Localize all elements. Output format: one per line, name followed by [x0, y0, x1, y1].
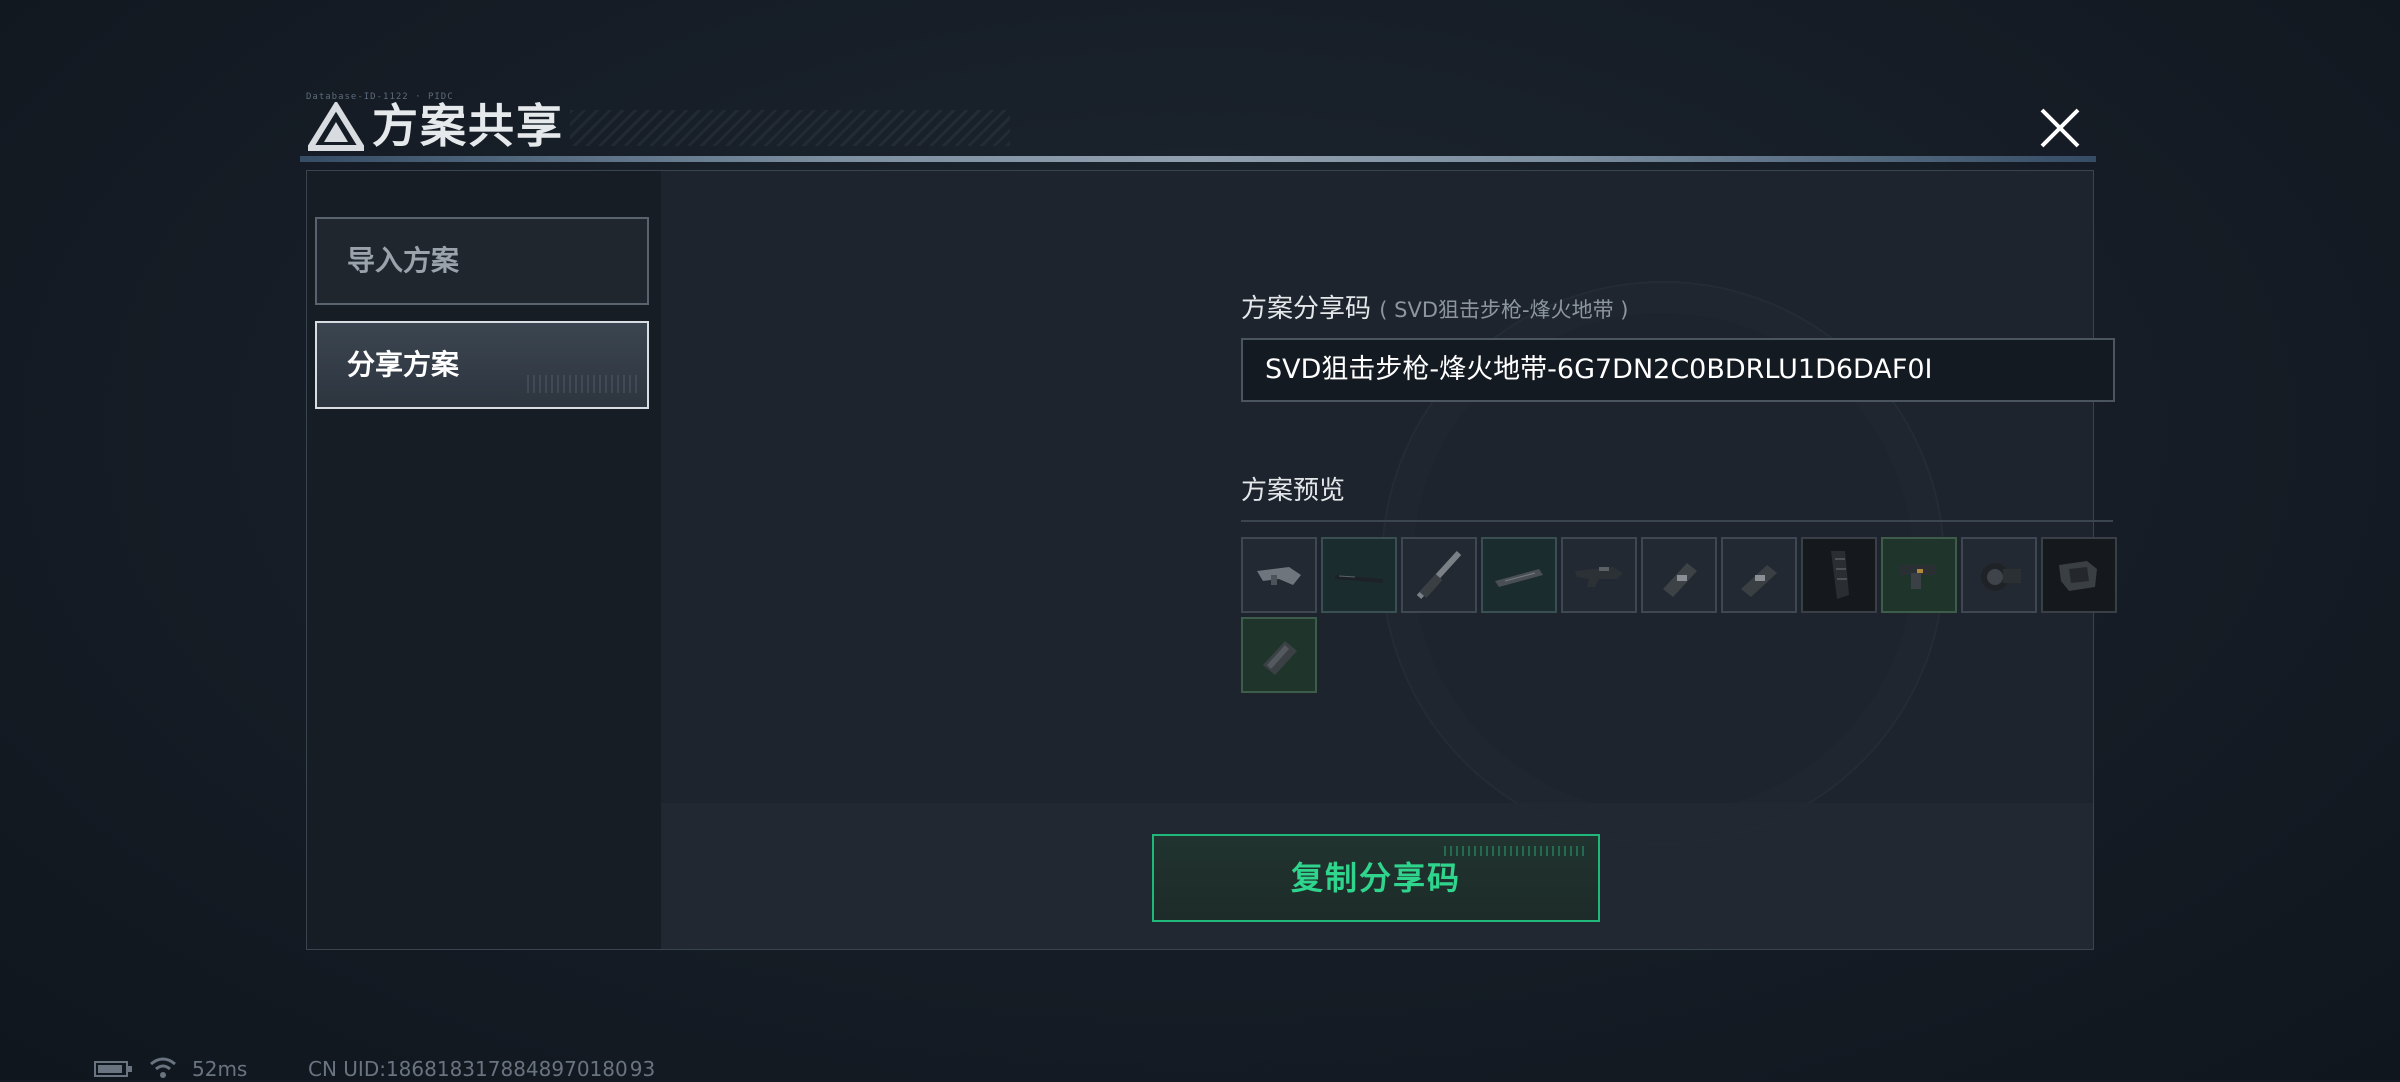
magazine-icon — [1831, 551, 1849, 599]
copy-button-label: 复制分享码 — [1290, 859, 1461, 897]
scope-icon — [1981, 563, 2021, 591]
preview-item[interactable] — [1961, 537, 2037, 613]
mount-icon — [1741, 565, 1777, 597]
logo-icon — [308, 102, 364, 151]
dialog-title: 方案共享 — [372, 99, 564, 153]
sidebar: 导入方案 分享方案 — [307, 171, 661, 949]
preview-item[interactable] — [1401, 537, 1477, 613]
ping-text: 52ms — [192, 1057, 248, 1081]
preview-item[interactable] — [1241, 537, 1317, 613]
main-content: 方案分享码 ( SVD狙击步枪-烽火地带 ) SVD狙击步枪-烽火地带-6G7D… — [661, 171, 2117, 949]
preview-item[interactable] — [1801, 537, 1877, 613]
battery-icon — [94, 1061, 132, 1077]
header-divider — [300, 156, 2096, 162]
preview-label: 方案预览 — [1241, 476, 1346, 506]
preview-item[interactable] — [1641, 537, 1717, 613]
preview-item[interactable] — [2041, 537, 2117, 613]
sidebar-item-import[interactable]: 导入方案 — [315, 217, 649, 305]
mount-icon — [1663, 563, 1697, 597]
handguard-icon — [1495, 569, 1543, 587]
share-code-title: 方案分享码 — [1241, 294, 1372, 324]
share-code-label: 方案分享码 ( SVD狙击步枪-烽火地带 ) — [1241, 291, 1628, 328]
preview-item[interactable] — [1881, 537, 1957, 613]
sidebar-item-label: 分享方案 — [347, 348, 460, 381]
receiver-icon — [1575, 567, 1623, 587]
buttstock-icon — [2059, 561, 2097, 591]
button-decoration — [527, 375, 637, 393]
share-code-value: SVD狙击步枪-烽火地带-6G7DN2C0BDRLU1D6DAF0I — [1265, 354, 1933, 385]
stock-icon — [1257, 567, 1301, 585]
close-icon[interactable] — [2030, 98, 2090, 158]
copy-share-code-button[interactable]: 复制分享码 — [1152, 834, 1600, 922]
dialog-panel: 导入方案 分享方案 方案分享码 ( SVD狙击步枪-烽火地带 ) SVD狙击步枪… — [306, 170, 2117, 950]
sidebar-item-label: 导入方案 — [347, 244, 460, 277]
share-code-field[interactable]: SVD狙击步枪-烽火地带-6G7DN2C0BDRLU1D6DAF0I — [1241, 338, 2115, 402]
grip-icon — [1899, 565, 1935, 589]
preview-item[interactable] — [1481, 537, 1557, 613]
preview-divider — [1241, 520, 2113, 522]
preview-item[interactable] — [1561, 537, 1637, 613]
uid-text: CN UID:1868183178848970180 93 — [308, 1057, 656, 1081]
rail-icon — [1334, 575, 1384, 583]
barrel-icon — [1416, 550, 1462, 600]
dialog-header: Database-ID-1122 · PIDC 方案共享 — [300, 92, 2096, 164]
wifi-icon — [150, 1057, 176, 1078]
muzzle-icon — [1263, 641, 1297, 675]
preview-item[interactable] — [1321, 537, 1397, 613]
preview-item[interactable] — [1721, 537, 1797, 613]
sidebar-item-share[interactable]: 分享方案 — [315, 321, 649, 409]
header-decoration — [570, 110, 1010, 146]
share-code-subtitle: ( SVD狙击步枪-烽火地带 ) — [1379, 298, 1629, 322]
preview-item[interactable] — [1241, 617, 1317, 693]
